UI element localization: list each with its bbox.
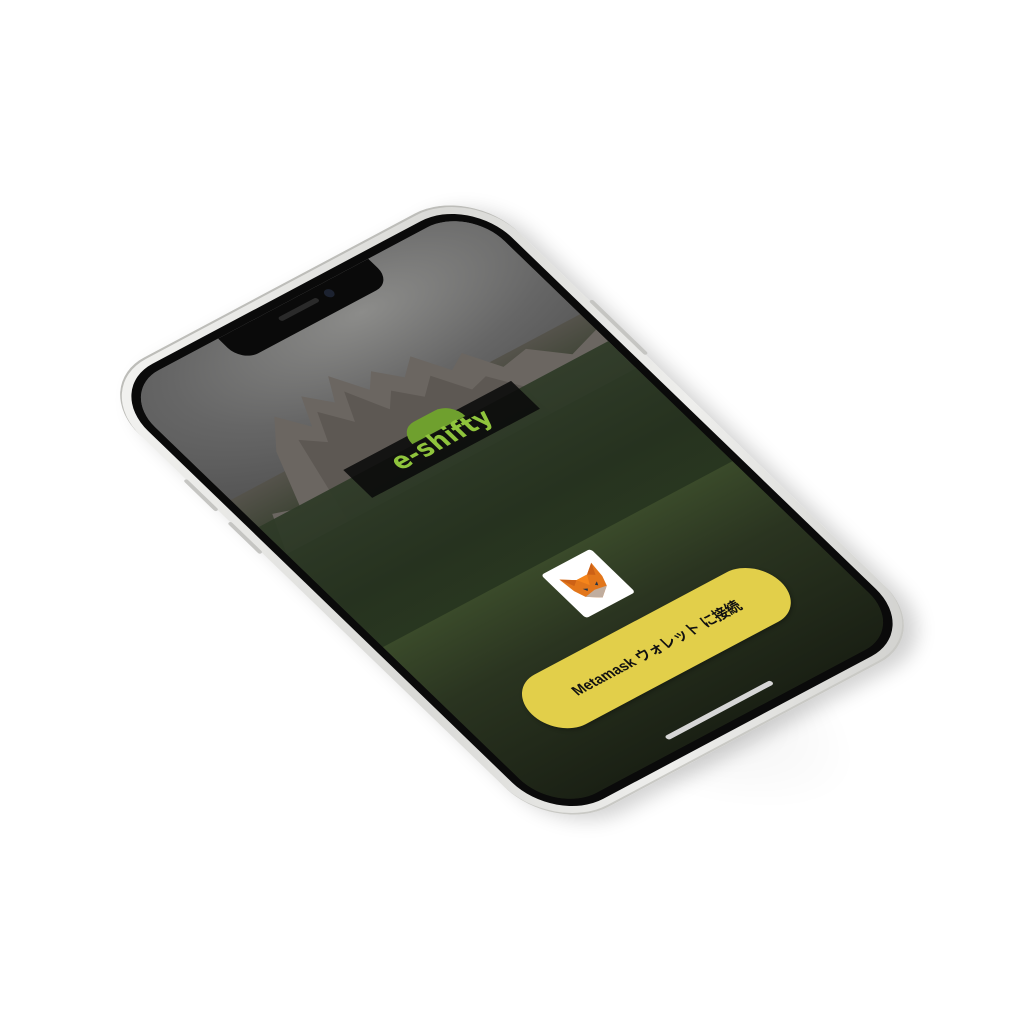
front-camera-icon [321, 287, 337, 299]
mockup-stage: e-shifty Metamask ウォレット に接続 [0, 0, 1024, 1024]
speaker-grille [277, 297, 321, 322]
